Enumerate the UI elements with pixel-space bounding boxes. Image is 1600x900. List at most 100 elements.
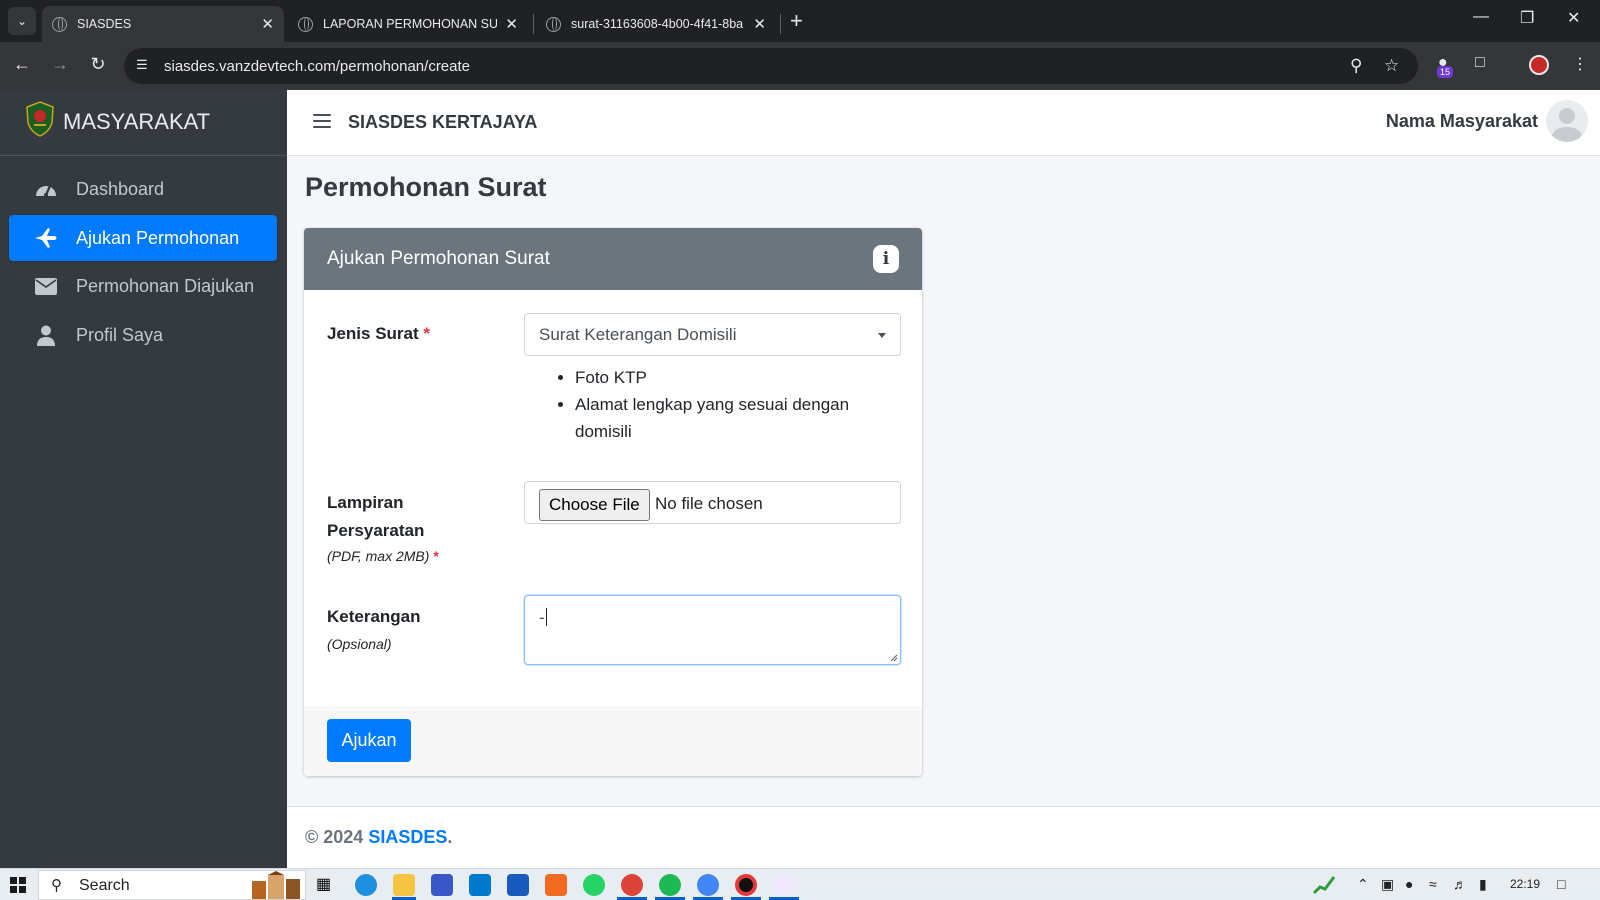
sidebar-item-label: Dashboard bbox=[76, 178, 165, 199]
globe-icon bbox=[546, 16, 561, 32]
windows-taskbar: ⚲ Search ▦ ⌃ ▣ ● ≈ ♬ ▮ 22:19 □ bbox=[0, 868, 1600, 900]
lampiran-hint: (PDF, max 2MB) * bbox=[327, 548, 439, 564]
clock[interactable]: 22:19 bbox=[1510, 877, 1540, 891]
top-navbar: SIASDES KERTAJAYA Nama Masyarakat bbox=[287, 90, 1600, 156]
required-mark: * bbox=[433, 548, 439, 564]
app-icon[interactable] bbox=[773, 874, 795, 896]
submit-button[interactable]: Ajukan bbox=[327, 719, 411, 762]
jenis-surat-label: Jenis Surat * bbox=[327, 320, 430, 348]
jenis-surat-select[interactable]: Surat Keterangan Domisili bbox=[524, 313, 901, 356]
tab-search-dropdown-icon[interactable]: ⌄ bbox=[8, 7, 36, 35]
profile-avatar-icon[interactable] bbox=[1529, 55, 1549, 75]
file-explorer-icon[interactable] bbox=[393, 874, 415, 896]
extensions-puzzle-icon[interactable]: □ bbox=[1475, 54, 1485, 72]
lampiran-label-line2: Persyaratan bbox=[327, 521, 425, 540]
sidebar-item-label: Permohonan Diajukan bbox=[76, 275, 255, 296]
village-logo-icon bbox=[26, 101, 54, 137]
browser-tab-bar: ⌄ SIASDES ✕ LAPORAN PERMOHONAN SUR ✕ sur… bbox=[0, 0, 1600, 42]
list-item: Foto KTP bbox=[575, 364, 897, 391]
spotify-icon[interactable] bbox=[659, 874, 681, 896]
bookmark-star-icon[interactable]: ☆ bbox=[1384, 56, 1399, 76]
lampiran-hint-text: (PDF, max 2MB) bbox=[327, 548, 430, 564]
card-title: Ajukan Permohonan Surat bbox=[327, 248, 550, 269]
volume-icon[interactable]: ♬ bbox=[1453, 876, 1467, 892]
chrome-profile-icon[interactable] bbox=[697, 874, 719, 896]
lampiran-file-input[interactable]: Choose File No file chosen bbox=[524, 481, 901, 524]
search-highlight-illustration-icon bbox=[252, 871, 300, 899]
minimize-icon[interactable]: — bbox=[1473, 8, 1489, 26]
sidebar-item-ajukan-permohonan[interactable]: Ajukan Permohonan bbox=[9, 215, 277, 261]
recorder-icon[interactable] bbox=[735, 874, 757, 896]
network-chart-icon[interactable] bbox=[1312, 873, 1336, 895]
jenis-surat-selected-value: Surat Keterangan Domisili bbox=[539, 325, 737, 344]
new-tab-icon[interactable]: + bbox=[790, 8, 803, 34]
zoom-icon[interactable]: ⚲ bbox=[1350, 56, 1362, 76]
keterangan-textarea[interactable]: - bbox=[524, 595, 901, 665]
browser-toolbar: ← → ↻ ☰ siasdes.vanzdevtech.com/permohon… bbox=[0, 42, 1600, 90]
chevron-down-icon bbox=[878, 333, 886, 338]
jenis-surat-label-text: Jenis Surat bbox=[327, 324, 419, 343]
tab-title: SIASDES bbox=[77, 17, 132, 31]
url-text[interactable]: siasdes.vanzdevtech.com/permohonan/creat… bbox=[164, 58, 470, 75]
address-bar[interactable]: ☰ siasdes.vanzdevtech.com/permohonan/cre… bbox=[124, 48, 1418, 84]
chevron-up-icon[interactable]: ⌃ bbox=[1357, 876, 1369, 893]
notifications-icon[interactable]: □ bbox=[1557, 876, 1565, 892]
meet-now-icon[interactable]: ▣ bbox=[1381, 876, 1394, 893]
site-info-icon[interactable]: ☰ bbox=[136, 57, 152, 73]
sidebar: MASYARAKAT Dashboard Ajukan Permohonan P… bbox=[0, 90, 287, 868]
restore-icon[interactable]: ❐ bbox=[1520, 8, 1534, 28]
xampp-icon[interactable] bbox=[545, 874, 567, 896]
copyright-suffix: . bbox=[447, 827, 453, 847]
user-avatar-icon[interactable] bbox=[1546, 100, 1588, 142]
wifi-icon[interactable]: ≈ bbox=[1429, 876, 1437, 892]
sidebar-item-dashboard[interactable]: Dashboard bbox=[9, 166, 277, 212]
keterangan-hint: (Opsional) bbox=[327, 636, 392, 652]
globe-icon bbox=[298, 16, 313, 32]
copyright: © 2024 SIASDES. bbox=[305, 827, 452, 848]
user-name[interactable]: Nama Masyarakat bbox=[1386, 111, 1538, 132]
browser-tab-laporan[interactable]: LAPORAN PERMOHONAN SUR ✕ bbox=[288, 6, 528, 42]
browser-tab-surat[interactable]: surat-31163608-4b00-4f41-8ba ✕ bbox=[536, 6, 776, 42]
resize-handle-icon[interactable] bbox=[890, 654, 898, 662]
required-mark: * bbox=[423, 324, 431, 343]
close-tab-icon[interactable]: ✕ bbox=[753, 15, 766, 33]
user-icon bbox=[31, 325, 61, 346]
taskbar-search-label: Search bbox=[79, 877, 130, 894]
sidebar-item-profil-saya[interactable]: Profil Saya bbox=[9, 312, 277, 358]
close-tab-icon[interactable]: ✕ bbox=[505, 15, 518, 33]
windows-start-icon[interactable] bbox=[10, 877, 26, 893]
microphone-icon[interactable]: ● bbox=[1405, 876, 1413, 892]
back-icon[interactable]: ← bbox=[10, 54, 34, 75]
hamburger-menu-icon[interactable] bbox=[313, 114, 331, 128]
list-item: Alamat lengkap yang sesuai dengan domisi… bbox=[575, 391, 897, 445]
browser-tab-siasdes[interactable]: SIASDES ✕ bbox=[42, 6, 284, 42]
info-icon[interactable]: i bbox=[873, 245, 899, 273]
tab-title: surat-31163608-4b00-4f41-8ba bbox=[571, 17, 744, 31]
copyright-text: © 2024 bbox=[305, 827, 364, 847]
request-form-card: Ajukan Permohonan Surat i Jenis Surat * … bbox=[304, 228, 922, 776]
task-view-icon[interactable]: ▦ bbox=[316, 874, 338, 896]
requirements-list: Foto KTP Alamat lengkap yang sesuai deng… bbox=[557, 364, 897, 445]
window-close-icon[interactable]: ✕ bbox=[1567, 8, 1580, 28]
sidebar-item-permohonan-diajukan[interactable]: Permohonan Diajukan bbox=[9, 263, 277, 309]
whatsapp-icon[interactable] bbox=[583, 874, 605, 896]
close-tab-icon[interactable]: ✕ bbox=[261, 15, 274, 33]
forward-icon[interactable]: → bbox=[48, 54, 72, 75]
brand[interactable]: MASYARAKAT bbox=[0, 90, 287, 156]
chrome-icon[interactable] bbox=[621, 874, 643, 896]
envelope-icon bbox=[31, 277, 61, 295]
reload-icon[interactable]: ↻ bbox=[86, 54, 110, 75]
lampiran-label-line1: Lampiran bbox=[327, 493, 404, 512]
paper-plane-icon bbox=[31, 227, 61, 249]
battery-icon[interactable]: ▮ bbox=[1479, 876, 1487, 893]
main-content: SIASDES KERTAJAYA Nama Masyarakat Permoh… bbox=[287, 90, 1600, 868]
brand-name: MASYARAKAT bbox=[63, 109, 211, 134]
chrome-menu-icon[interactable]: ⋮ bbox=[1572, 54, 1588, 74]
word-icon[interactable] bbox=[507, 874, 529, 896]
page-footer: © 2024 SIASDES. bbox=[287, 806, 1600, 868]
choose-file-button[interactable]: Choose File bbox=[539, 489, 650, 521]
vscode-icon[interactable] bbox=[469, 874, 491, 896]
edge-icon[interactable] bbox=[355, 874, 377, 896]
siasdes-link[interactable]: SIASDES bbox=[368, 827, 447, 847]
app-icon[interactable] bbox=[431, 874, 453, 896]
